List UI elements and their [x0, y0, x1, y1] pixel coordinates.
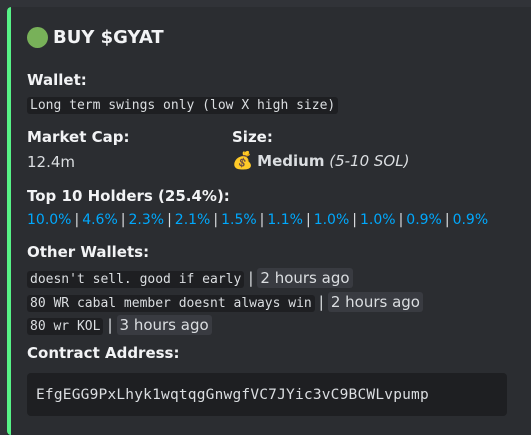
- wallet-code: Long term swings only (low X high size): [27, 97, 339, 114]
- embed-title-text: BUY $GYAT: [53, 27, 164, 48]
- holder-link[interactable]: 1.0%: [314, 212, 350, 228]
- holders-list: 10.0% | 4.6% | 2.3% | 2.1% | 1.5% | 1.1% | 1.0% | 1.0%…: [27, 212, 489, 228]
- contract-address[interactable]: EfgEGG9PxLhyk1wqtqgGnwgfVC7JYic3vC9BCWLv…: [36, 387, 429, 403]
- holder-link[interactable]: 0.9%: [453, 212, 489, 228]
- other-wallet-item: 80 wr KOL | 3 hours ago: [27, 315, 212, 335]
- size-label: Size:: [232, 128, 273, 146]
- embed-accent-bar: [7, 7, 11, 435]
- size-main: Medium: [257, 152, 325, 170]
- other-wallets-label: Other Wallets:: [27, 243, 150, 261]
- holder-link[interactable]: 4.6%: [82, 212, 118, 228]
- holder-link[interactable]: 2.1%: [175, 212, 211, 228]
- embed-title: BUY $GYAT: [27, 27, 164, 48]
- contract-label: Contract Address:: [27, 344, 180, 362]
- wallet-note: 80 WR cabal member doesnt always win: [27, 295, 315, 312]
- green-circle-icon: [27, 27, 48, 48]
- size-value: 💰 Medium (5-10 SOL): [232, 151, 409, 171]
- other-wallet-item: doesn't sell. good if early | 2 hours ago: [27, 268, 353, 288]
- market-cap-value: 12.4m: [27, 153, 76, 171]
- holders-label: Top 10 Holders (25.4%):: [27, 187, 230, 205]
- wallet-label: Wallet:: [27, 71, 87, 89]
- timestamp: 3 hours ago: [116, 315, 212, 335]
- market-cap-label: Market Cap:: [27, 128, 130, 146]
- holder-link[interactable]: 0.9%: [406, 212, 442, 228]
- wallet-value: Long term swings only (low X high size): [27, 95, 339, 114]
- holder-link[interactable]: 1.0%: [360, 212, 396, 228]
- other-wallet-item: 80 WR cabal member doesnt always win | 2 h…: [27, 292, 423, 312]
- holder-link[interactable]: 2.3%: [129, 212, 165, 228]
- wallet-note: 80 wr KOL: [27, 318, 104, 335]
- money-bag-icon: 💰: [232, 151, 254, 171]
- holder-link[interactable]: 1.1%: [267, 212, 303, 228]
- holder-link[interactable]: 10.0%: [27, 212, 71, 228]
- holder-link[interactable]: 1.5%: [221, 212, 257, 228]
- embed-content: BUY $GYAT Wallet: Long term swings only …: [27, 7, 531, 435]
- contract-address-box[interactable]: EfgEGG9PxLhyk1wqtqgGnwgfVC7JYic3vC9BCWLv…: [27, 373, 507, 416]
- message-embed: BUY $GYAT Wallet: Long term swings only …: [7, 7, 531, 435]
- size-sub: (5-10 SOL): [329, 152, 410, 170]
- timestamp: 2 hours ago: [257, 268, 353, 288]
- timestamp: 2 hours ago: [327, 292, 423, 312]
- wallet-note: doesn't sell. good if early: [27, 271, 245, 288]
